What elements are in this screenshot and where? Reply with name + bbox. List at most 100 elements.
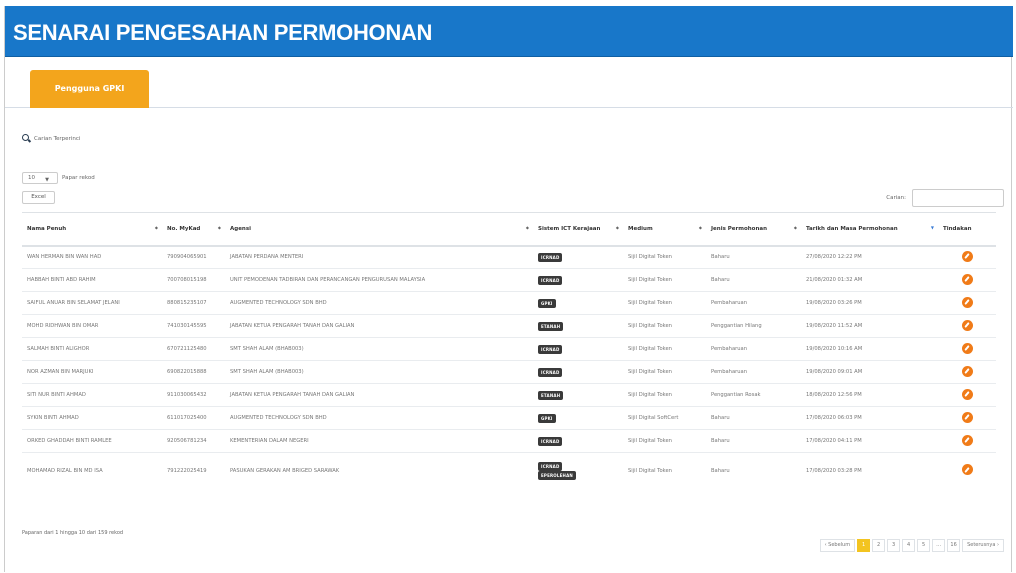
edit-icon[interactable] bbox=[961, 411, 973, 423]
cell-name: SALMAH BINTI ALIGHOR bbox=[22, 337, 162, 361]
pagination-page-2[interactable]: 2 bbox=[872, 539, 886, 552]
cell-action bbox=[938, 291, 996, 315]
edit-icon[interactable] bbox=[961, 365, 973, 377]
cell-mykad: 791222025419 bbox=[162, 452, 225, 489]
cell-name: SYKIN BINTI AHMAD bbox=[22, 406, 162, 430]
edit-icon[interactable] bbox=[961, 434, 973, 446]
advanced-search-label: Carian Terperinci bbox=[34, 135, 81, 142]
cell-mykad: 790904065901 bbox=[162, 245, 225, 269]
system-badge: ICRNAD bbox=[538, 436, 563, 446]
table-info: Paparan dari 1 hingga 10 dari 159 rekod bbox=[22, 530, 124, 536]
cell-medium: Sijil Digital Token bbox=[623, 245, 706, 269]
search-icon bbox=[22, 134, 31, 143]
cell-agency: KEMENTERIAN DALAM NEGERI bbox=[225, 429, 533, 453]
pagination-ellipsis: … bbox=[932, 539, 946, 552]
table-filter: Carian: bbox=[886, 189, 1004, 207]
cell-medium: Sijil Digital Token bbox=[623, 383, 706, 407]
cell-medium: Sijil Digital Token bbox=[623, 360, 706, 384]
system-badge: ICRNAD bbox=[538, 275, 563, 285]
column-header-medium[interactable]: Medium ◆ bbox=[623, 212, 706, 247]
cell-datetime: 19/08/2020 10:16 AM bbox=[801, 337, 938, 361]
search-input[interactable] bbox=[912, 189, 1004, 207]
table-row: MOHD RIDHWAN BIN OMAR 741030145595 JABATAN… bbox=[22, 314, 996, 338]
cell-type: Penggantian Hilang bbox=[706, 314, 801, 338]
cell-system: GPKI bbox=[533, 291, 623, 315]
column-header-mykad[interactable]: No. MyKad ◆ bbox=[162, 212, 225, 247]
column-header-system[interactable]: Sistem ICT Kerajaan ◆ bbox=[533, 212, 623, 247]
cell-datetime: 17/08/2020 03:28 PM bbox=[801, 452, 938, 489]
cell-name: MOHAMAD RIZAL BIN MD ISA bbox=[22, 452, 162, 489]
cell-mykad: 920506781234 bbox=[162, 429, 225, 453]
edit-icon[interactable] bbox=[961, 273, 973, 285]
table-row: SALMAH BINTI ALIGHOR 670721125480 SMT SHAH… bbox=[22, 337, 996, 361]
pagination-prev[interactable]: ‹ Sebelum bbox=[819, 539, 856, 552]
sort-icon: ◆ bbox=[615, 225, 619, 230]
column-header-name[interactable]: Nama Penuh ◆ bbox=[22, 212, 162, 247]
cell-type: Pembaharuan bbox=[706, 337, 801, 361]
sort-icon: ◆ bbox=[217, 225, 221, 230]
cell-mykad: 741030145595 bbox=[162, 314, 225, 338]
edit-icon[interactable] bbox=[961, 342, 973, 354]
pagination: ‹ Sebelum 1 2 3 4 5 … 16 Seterusnya › bbox=[819, 539, 1004, 552]
table-row: MOHAMAD RIZAL BIN MD ISA 791222025419 PASU… bbox=[22, 452, 996, 489]
cell-agency: AUGMENTED TECHNOLOGY SDN BHD bbox=[225, 406, 533, 430]
table-header-row: Nama Penuh ◆ No. MyKad ◆ Agensi ◆ Sistem IC… bbox=[22, 212, 996, 247]
cell-system: ICRNAD bbox=[533, 360, 623, 384]
edit-icon[interactable] bbox=[961, 250, 973, 262]
cell-agency: JABATAN KETUA PENGARAH TANAH DAN GALIAN bbox=[225, 314, 533, 338]
cell-system: ICRNAD bbox=[533, 337, 623, 361]
cell-action bbox=[938, 268, 996, 292]
pagination-page-16[interactable]: 16 bbox=[947, 539, 961, 552]
cell-datetime: 17/08/2020 04:11 PM bbox=[801, 429, 938, 453]
edit-icon[interactable] bbox=[961, 319, 973, 331]
column-header-datetime[interactable]: Tarikh dan Masa Permohonan ▼ bbox=[801, 212, 938, 247]
cell-medium: Sijil Digital Token bbox=[623, 291, 706, 315]
cell-action bbox=[938, 337, 996, 361]
cell-type: Pembaharuan bbox=[706, 360, 801, 384]
column-header-agency[interactable]: Agensi ◆ bbox=[225, 212, 533, 247]
cell-action bbox=[938, 314, 996, 338]
cell-medium: Sijil Digital Token bbox=[623, 314, 706, 338]
edit-icon[interactable] bbox=[961, 464, 973, 476]
tab-bar: Pengguna GPKI bbox=[5, 70, 1013, 108]
pagination-page-3[interactable]: 3 bbox=[887, 539, 901, 552]
cell-system: ETANAH bbox=[533, 314, 623, 338]
page-length-control: 10 ▼ Papar rekod bbox=[22, 172, 95, 184]
pagination-next[interactable]: Seterusnya › bbox=[962, 539, 1004, 552]
system-badge: ICRNAD bbox=[538, 461, 563, 471]
system-badge: ICRNAD bbox=[538, 344, 563, 354]
pagination-page-5[interactable]: 5 bbox=[917, 539, 931, 552]
page-length-select[interactable]: 10 ▼ bbox=[22, 172, 58, 184]
cell-type: Pembaharuan bbox=[706, 291, 801, 315]
excel-export-button[interactable]: Excel bbox=[22, 191, 55, 204]
cell-agency: AUGMENTED TECHNOLOGY SDN BHD bbox=[225, 291, 533, 315]
cell-name: MOHD RIDHWAN BIN OMAR bbox=[22, 314, 162, 338]
sort-icon: ◆ bbox=[154, 225, 158, 230]
edit-icon[interactable] bbox=[961, 388, 973, 400]
cell-agency: JABATAN KETUA PENGARAH TANAH DAN GALIAN bbox=[225, 383, 533, 407]
column-header-type[interactable]: Jenis Permohonan ◆ bbox=[706, 212, 801, 247]
system-badge: ETANAH bbox=[538, 321, 564, 331]
cell-system: ETANAH bbox=[533, 383, 623, 407]
cell-mykad: 700708015198 bbox=[162, 268, 225, 292]
sort-desc-icon: ▼ bbox=[930, 225, 934, 230]
table-row: ORKED GHADDAH BINTI RAMLEE 920506781234 KE… bbox=[22, 429, 996, 453]
pagination-page-1[interactable]: 1 bbox=[857, 539, 871, 552]
sort-icon: ◆ bbox=[793, 225, 797, 230]
page-length-label: Papar rekod bbox=[62, 175, 95, 181]
table-row: SITI NUR BINTI AHMAD 911030065432 JABATAN … bbox=[22, 383, 996, 407]
cell-system: ICRNAD EPEROLEHAN bbox=[533, 452, 623, 489]
cell-action bbox=[938, 406, 996, 430]
edit-icon[interactable] bbox=[961, 296, 973, 308]
page-header: SENARAI PENGESAHAN PERMOHONAN bbox=[5, 6, 1013, 57]
advanced-search-link[interactable]: Carian Terperinci bbox=[22, 134, 80, 143]
cell-type: Baharu bbox=[706, 429, 801, 453]
table-row: NOR AZMAN BIN MARJUKI 690822015888 SMT SHA… bbox=[22, 360, 996, 384]
tab-pengguna-gpki[interactable]: Pengguna GPKI bbox=[30, 70, 149, 108]
system-badge: GPKI bbox=[538, 413, 556, 423]
chevron-down-icon: ▼ bbox=[45, 177, 49, 183]
cell-type: Baharu bbox=[706, 245, 801, 269]
cell-type: Baharu bbox=[706, 268, 801, 292]
system-badge: ICRNAD bbox=[538, 252, 563, 262]
pagination-page-4[interactable]: 4 bbox=[902, 539, 916, 552]
